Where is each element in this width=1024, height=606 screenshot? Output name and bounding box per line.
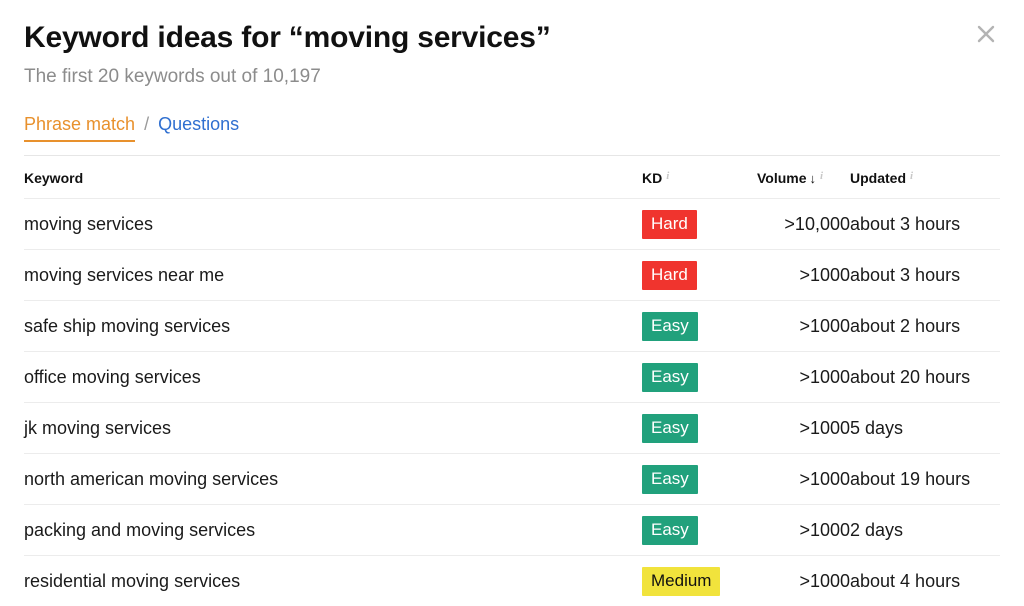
close-icon[interactable] xyxy=(970,18,1002,50)
keyword-cell[interactable]: jk moving services xyxy=(24,403,642,454)
column-header-keyword-label: Keyword xyxy=(24,170,83,186)
volume-cell: >1000 xyxy=(757,301,850,352)
column-header-volume-label: Volume xyxy=(757,170,807,186)
info-icon[interactable]: i xyxy=(820,170,823,182)
match-type-tabs: Phrase match / Questions xyxy=(0,112,1024,142)
status-badge: Hard xyxy=(642,261,697,290)
table-row[interactable]: residential moving servicesMedium >1000ab… xyxy=(24,556,1000,606)
updated-cell: 5 days xyxy=(850,403,1000,454)
kd-cell: Medium xyxy=(642,556,757,606)
kd-cell: Easy xyxy=(642,352,757,403)
table-row[interactable]: moving services near meHard >1000about 3 … xyxy=(24,250,1000,301)
sort-descending-icon[interactable]: ↓ xyxy=(810,171,817,186)
kd-cell: Easy xyxy=(642,454,757,505)
column-header-kd-label: KD xyxy=(642,170,662,186)
keyword-cell[interactable]: safe ship moving services xyxy=(24,301,642,352)
status-badge: Easy xyxy=(642,414,698,443)
table-row[interactable]: jk moving servicesEasy >10005 days xyxy=(24,403,1000,454)
table-header: Keyword KDi Volume↓i Updatedi xyxy=(24,156,1000,199)
table-body: moving servicesHard>10,000about 3 hoursm… xyxy=(24,199,1000,606)
updated-cell: about 3 hours xyxy=(850,199,1000,250)
table-row[interactable]: safe ship moving servicesEasy >1000about … xyxy=(24,301,1000,352)
kd-cell: Easy xyxy=(642,505,757,556)
status-badge: Easy xyxy=(642,363,698,392)
keyword-cell[interactable]: packing and moving services xyxy=(24,505,642,556)
status-badge: Medium xyxy=(642,567,720,596)
updated-cell: about 19 hours xyxy=(850,454,1000,505)
updated-cell: about 2 hours xyxy=(850,301,1000,352)
volume-cell: >1000 xyxy=(757,250,850,301)
volume-cell: >1000 xyxy=(757,352,850,403)
status-badge: Hard xyxy=(642,210,697,239)
keyword-table-container: Keyword KDi Volume↓i Updatedi moving ser… xyxy=(0,155,1024,606)
volume-cell: >1000 xyxy=(757,505,850,556)
status-badge: Easy xyxy=(642,465,698,494)
column-header-updated[interactable]: Updated i xyxy=(850,156,1000,199)
volume-cell: >1000 xyxy=(757,403,850,454)
status-badge: Easy xyxy=(642,516,698,545)
volume-cell: >1000 xyxy=(757,454,850,505)
kd-cell: Hard xyxy=(642,250,757,301)
dialog-header: Keyword ideas for “moving services” The … xyxy=(0,0,1024,90)
keyword-cell[interactable]: office moving services xyxy=(24,352,642,403)
kd-cell: Hard xyxy=(642,199,757,250)
column-header-keyword[interactable]: Keyword xyxy=(24,156,642,199)
kd-cell: Easy xyxy=(642,403,757,454)
keyword-cell[interactable]: moving services xyxy=(24,199,642,250)
info-icon[interactable]: i xyxy=(910,170,913,182)
tab-questions[interactable]: Questions xyxy=(158,112,239,136)
keyword-table: Keyword KDi Volume↓i Updatedi moving ser… xyxy=(24,155,1000,606)
tab-phrase-match[interactable]: Phrase match xyxy=(24,112,135,142)
tab-separator: / xyxy=(144,112,149,136)
keyword-cell[interactable]: north american moving services xyxy=(24,454,642,505)
table-row[interactable]: packing and moving servicesEasy >10002 da… xyxy=(24,505,1000,556)
updated-cell: about 20 hours xyxy=(850,352,1000,403)
table-row[interactable]: office moving servicesEasy >1000about 20 … xyxy=(24,352,1000,403)
result-count-subtitle: The first 20 keywords out of 10,197 xyxy=(24,64,1000,90)
column-header-updated-label: Updated xyxy=(850,170,906,186)
volume-cell: >1000 xyxy=(757,556,850,606)
table-row[interactable]: north american moving servicesEasy >1000a… xyxy=(24,454,1000,505)
status-badge: Easy xyxy=(642,312,698,341)
table-row[interactable]: moving servicesHard >10,000about 3 hours xyxy=(24,199,1000,250)
volume-cell: >10,000 xyxy=(757,199,850,250)
keyword-cell[interactable]: moving services near me xyxy=(24,250,642,301)
updated-cell: about 4 hours xyxy=(850,556,1000,606)
keyword-cell[interactable]: residential moving services xyxy=(24,556,642,606)
column-header-kd[interactable]: KD i xyxy=(642,156,757,199)
table-header-row: Keyword KDi Volume↓i Updatedi xyxy=(24,156,1000,199)
kd-cell: Easy xyxy=(642,301,757,352)
page-title: Keyword ideas for “moving services” xyxy=(24,18,1000,58)
column-header-volume[interactable]: Volume↓i xyxy=(757,156,850,199)
keyword-ideas-dialog: Keyword ideas for “moving services” The … xyxy=(0,0,1024,603)
updated-cell: 2 days xyxy=(850,505,1000,556)
info-icon[interactable]: i xyxy=(666,170,669,182)
updated-cell: about 3 hours xyxy=(850,250,1000,301)
